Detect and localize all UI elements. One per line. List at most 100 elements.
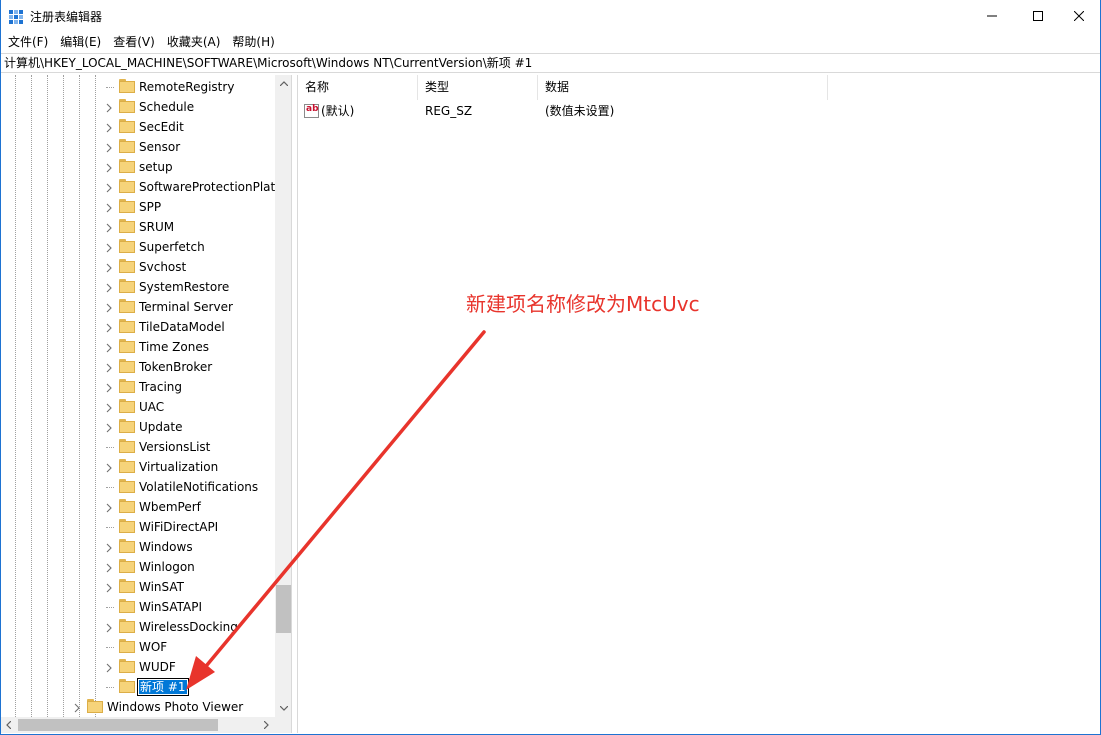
expand-chevron-icon[interactable]: [104, 542, 114, 553]
scroll-left-arrow[interactable]: [0, 717, 17, 733]
folder-icon: [119, 539, 135, 553]
folder-icon: [119, 679, 135, 693]
tree-item[interactable]: SecEdit: [0, 117, 275, 137]
registry-editor-icon: [9, 10, 23, 24]
scroll-right-arrow[interactable]: [258, 717, 275, 733]
folder-icon: [119, 119, 135, 133]
tree-connector: [106, 687, 114, 688]
menu-help[interactable]: 帮助(H): [226, 32, 280, 52]
tree-item[interactable]: Terminal Server: [0, 297, 275, 317]
tree-item[interactable]: TokenBroker: [0, 357, 275, 377]
address-bar[interactable]: 计算机\HKEY_LOCAL_MACHINE\SOFTWARE\Microsof…: [0, 53, 1101, 73]
menu-file[interactable]: 文件(F): [2, 32, 54, 52]
expand-chevron-icon[interactable]: [104, 102, 114, 113]
tree-connector: [106, 87, 114, 88]
folder-icon: [119, 659, 135, 673]
column-header-type[interactable]: 类型: [418, 75, 538, 100]
tree-item[interactable]: UAC: [0, 397, 275, 417]
tree-item[interactable]: Sensor: [0, 137, 275, 157]
tree-item[interactable]: WirelessDocking: [0, 617, 275, 637]
expand-chevron-icon[interactable]: [104, 502, 114, 513]
column-header-name[interactable]: 名称: [298, 75, 418, 100]
expand-chevron-icon[interactable]: [104, 382, 114, 393]
tree-item-label: Windows Photo Viewer: [107, 700, 244, 714]
tree-item[interactable]: Tracing: [0, 377, 275, 397]
expand-chevron-icon[interactable]: [104, 622, 114, 633]
folder-icon: [119, 139, 135, 153]
tree-item-label: setup: [139, 160, 173, 174]
tree-item-windows-photo-viewer[interactable]: Windows Photo Viewer: [0, 697, 275, 717]
expand-chevron-icon[interactable]: [104, 202, 114, 213]
tree-item[interactable]: WinSATAPI: [0, 597, 275, 617]
tree-item-label: Winlogon: [139, 560, 195, 574]
folder-icon: [119, 439, 135, 453]
scroll-down-arrow[interactable]: [275, 700, 291, 717]
expand-chevron-icon[interactable]: [104, 262, 114, 273]
expand-chevron-icon[interactable]: [104, 342, 114, 353]
tree-horizontal-scrollbar[interactable]: [0, 717, 275, 733]
tree-item[interactable]: RemoteRegistry: [0, 77, 275, 97]
folder-icon: [119, 519, 135, 533]
expand-chevron-icon[interactable]: [104, 122, 114, 133]
tree-item[interactable]: VolatileNotifications: [0, 477, 275, 497]
minimize-button[interactable]: [969, 0, 1015, 32]
menu-favorites[interactable]: 收藏夹(A): [161, 32, 227, 52]
folder-icon: [119, 579, 135, 593]
expand-chevron-icon[interactable]: [104, 402, 114, 413]
expand-chevron-icon[interactable]: [104, 242, 114, 253]
expand-chevron-icon[interactable]: [104, 302, 114, 313]
menu-view[interactable]: 查看(V): [107, 32, 161, 52]
rename-input[interactable]: 新项 #1: [137, 678, 189, 696]
tree-item[interactable]: SoftwareProtectionPlatf: [0, 177, 279, 197]
tree-item[interactable]: WOF: [0, 637, 275, 657]
tree-item[interactable]: SystemRestore: [0, 277, 275, 297]
tree-item[interactable]: WiFiDirectAPI: [0, 517, 275, 537]
tree-item[interactable]: WUDF: [0, 657, 275, 677]
close-button[interactable]: [1056, 0, 1101, 32]
tree-item[interactable]: SRUM: [0, 217, 275, 237]
expand-chevron-icon[interactable]: [104, 282, 114, 293]
tree-item[interactable]: Windows: [0, 537, 275, 557]
scroll-thumb[interactable]: [276, 585, 291, 633]
scroll-up-arrow[interactable]: [275, 75, 291, 92]
expand-chevron-icon[interactable]: [104, 142, 114, 153]
tree-item[interactable]: TileDataModel: [0, 317, 275, 337]
tree-item[interactable]: WinSAT: [0, 577, 275, 597]
tree-item[interactable]: Virtualization: [0, 457, 275, 477]
expand-chevron-icon[interactable]: [72, 702, 82, 713]
tree-item[interactable]: Superfetch: [0, 237, 275, 257]
tree-item[interactable]: SPP: [0, 197, 275, 217]
tree-vertical-scrollbar[interactable]: [275, 75, 291, 717]
tree-item[interactable]: WbemPerf: [0, 497, 275, 517]
tree-item[interactable]: VersionsList: [0, 437, 275, 457]
column-header-data[interactable]: 数据: [538, 75, 828, 100]
tree-item[interactable]: Schedule: [0, 97, 275, 117]
tree-item-new-key[interactable]: 新项 #1: [0, 677, 275, 697]
tree-item-label: WUDF: [139, 660, 176, 674]
tree-item[interactable]: Winlogon: [0, 557, 275, 577]
tree-item[interactable]: Svchost: [0, 257, 275, 277]
expand-chevron-icon[interactable]: [104, 582, 114, 593]
scroll-thumb[interactable]: [18, 719, 218, 731]
expand-chevron-icon[interactable]: [104, 462, 114, 473]
maximize-icon: [1033, 11, 1043, 21]
expand-chevron-icon[interactable]: [104, 422, 114, 433]
expand-chevron-icon[interactable]: [104, 562, 114, 573]
folder-icon: [119, 459, 135, 473]
folder-icon: [119, 339, 135, 353]
rename-selection[interactable]: 新项 #1: [139, 680, 187, 694]
tree-item[interactable]: setup: [0, 157, 275, 177]
folder-icon: [119, 259, 135, 273]
tree-item[interactable]: Time Zones: [0, 337, 275, 357]
expand-chevron-icon[interactable]: [104, 322, 114, 333]
expand-chevron-icon[interactable]: [104, 162, 114, 173]
value-type: REG_SZ: [425, 104, 473, 118]
expand-chevron-icon[interactable]: [104, 182, 114, 193]
expand-chevron-icon[interactable]: [104, 362, 114, 373]
expand-chevron-icon[interactable]: [104, 662, 114, 673]
expand-chevron-icon[interactable]: [104, 222, 114, 233]
tree-item[interactable]: Update: [0, 417, 275, 437]
value-row[interactable]: ab (默认) REG_SZ (数值未设置): [298, 101, 1101, 121]
maximize-button[interactable]: [1015, 0, 1061, 32]
menu-edit[interactable]: 编辑(E): [54, 32, 107, 52]
